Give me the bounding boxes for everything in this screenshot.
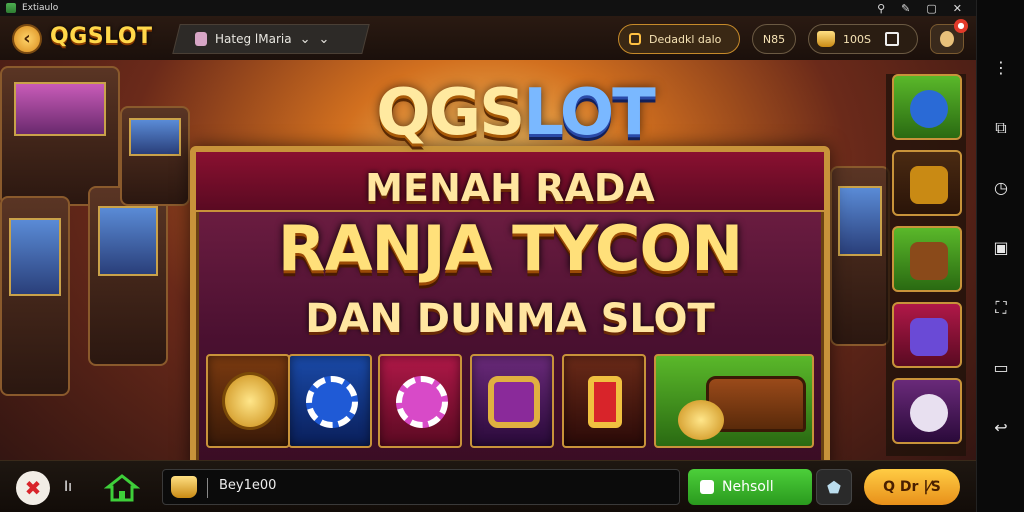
slot-machine-bg: [830, 166, 890, 346]
rail-button-chips[interactable]: [892, 378, 962, 444]
banner-line-2: RANJA TYCON: [277, 212, 743, 285]
room-label: Hateg lMaria: [215, 32, 292, 46]
back-arrow-icon: ‹: [23, 28, 31, 49]
pink-chip-icon: [396, 376, 448, 428]
record-icon[interactable]: ◷: [991, 178, 1011, 198]
gold-pot-icon: [817, 31, 835, 47]
chips-stack-icon: [910, 394, 948, 432]
gold-coin-icon: [222, 372, 278, 430]
notification-badge: ●: [954, 19, 968, 33]
blue-chip-icon: [910, 90, 948, 128]
send-button[interactable]: Nehsoll: [688, 469, 812, 505]
card-icon: [588, 376, 622, 428]
banner-line-3: DAN DUNMA SLOT: [305, 296, 715, 342]
item-tile-clover-box[interactable]: [470, 354, 554, 448]
apps-icon[interactable]: ▣: [991, 238, 1011, 258]
top-bar: ‹ QGSLOT Hateg lMaria ⌄ ⌄ Dedadkl dalo N…: [0, 16, 976, 60]
banner-line-1: MENAH RADA: [365, 166, 655, 210]
slot-machine-bg: [88, 186, 168, 366]
daily-label: Dedadkl dalo: [649, 32, 722, 46]
send-label: Nehsoll: [722, 479, 774, 495]
banner-logo-part1: QGS: [376, 76, 525, 150]
slot-machine-bg: [0, 196, 70, 396]
right-menu-rail: [886, 74, 966, 456]
window-icon[interactable]: ▭: [991, 358, 1011, 378]
item-tile-card[interactable]: [562, 354, 646, 448]
app-name: Extiaulo: [22, 3, 59, 13]
gift-box-icon: [910, 242, 948, 280]
back-button[interactable]: ‹: [12, 24, 42, 54]
profile-button[interactable]: ●: [930, 19, 968, 54]
send-icon: [700, 480, 714, 494]
coin-balance[interactable]: 100S: [808, 24, 918, 54]
daily-bonus-button[interactable]: Dedadkl dalo: [618, 24, 740, 54]
close-button[interactable]: ✖: [16, 471, 50, 505]
gold-pot-icon: [171, 476, 197, 498]
rail-button-green-box[interactable]: [892, 226, 962, 292]
chevron-down-icon[interactable]: ⌄: [300, 32, 311, 47]
banner-logo: QGSLOT: [330, 78, 700, 148]
maximize-icon[interactable]: ▢: [926, 2, 936, 15]
fullscreen-icon[interactable]: ⛶: [991, 298, 1011, 318]
room-selector[interactable]: Hateg lMaria ⌄ ⌄: [172, 24, 370, 54]
more-options-icon[interactable]: ⋮: [991, 58, 1011, 78]
item-tile-treasure-chest[interactable]: [654, 354, 814, 448]
chat-input[interactable]: Bey1e00: [162, 469, 680, 505]
shirt-icon: ⬟: [827, 478, 841, 497]
emulator-toolbar: ⋮ ⧉ ◷ ▣ ⛶ ▭ ↩: [976, 0, 1024, 512]
slot-machine-bg: [0, 66, 120, 206]
share-icon[interactable]: [884, 32, 899, 46]
game-viewport: ‹ QGSLOT Hateg lMaria ⌄ ⌄ Dedadkl dalo N…: [0, 16, 976, 512]
item-tile-blue-chip[interactable]: [288, 354, 372, 448]
gold-box-icon: [910, 166, 948, 204]
app-icon: [6, 3, 16, 13]
chat-input-value: Bey1e00: [219, 478, 277, 493]
count-value: N85: [762, 32, 786, 46]
edit-icon[interactable]: ✎: [901, 2, 910, 15]
rail-button-chip[interactable]: [892, 74, 962, 140]
item-tile-pink-chip[interactable]: [378, 354, 462, 448]
rail-button-gold-box[interactable]: [892, 150, 962, 216]
back-nav-icon[interactable]: ↩: [991, 418, 1011, 438]
slot-machine-bg: [120, 106, 190, 206]
shirt-button[interactable]: ⬟: [816, 469, 852, 505]
screenshot-icon[interactable]: ⧉: [991, 118, 1011, 138]
bag-icon: [195, 32, 207, 46]
clover-box-icon: [488, 376, 540, 428]
bottom-label: Iı: [64, 479, 73, 495]
cards-icon: [910, 318, 948, 356]
banner-logo-part2: LOT: [523, 76, 656, 150]
calendar-icon: [629, 33, 641, 45]
bottom-bar: ✖ Iı Bey1e00 Nehsoll ⬟ Q Dr |⁄S: [0, 460, 976, 512]
close-window-icon[interactable]: ✕: [953, 2, 962, 15]
count-badge: N85: [752, 24, 796, 54]
coin-value: 100S: [843, 32, 871, 46]
gold-action-button[interactable]: Q Dr |⁄S: [864, 469, 960, 505]
pin-icon[interactable]: ⚲: [877, 2, 885, 15]
avatar-icon: [940, 31, 954, 47]
chevron-down-icon[interactable]: ⌄: [318, 32, 329, 47]
gold-coins-icon: [678, 400, 724, 440]
game-logo: QGSLOT: [50, 24, 153, 49]
home-icon[interactable]: [104, 473, 140, 503]
blue-chip-icon: [306, 376, 358, 428]
rail-button-cards[interactable]: [892, 302, 962, 368]
os-title-bar: Extiaulo ⚲ ✎ ▢ ✕: [0, 0, 976, 16]
item-tile-gold-coin[interactable]: [206, 354, 290, 448]
